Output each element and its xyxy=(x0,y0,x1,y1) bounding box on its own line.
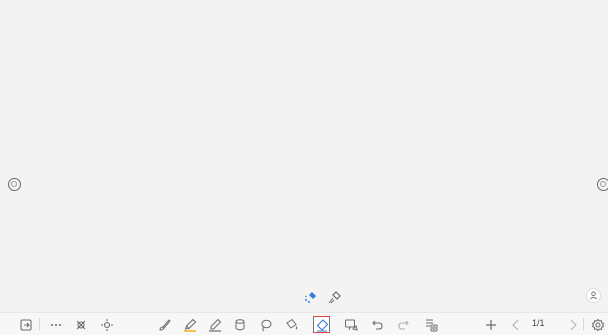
highlighter-icon[interactable] xyxy=(181,316,198,333)
select-icon[interactable] xyxy=(72,316,89,333)
fill-icon[interactable] xyxy=(283,316,300,333)
right-edge-handle[interactable] xyxy=(597,178,608,191)
left-edge-handle[interactable] xyxy=(8,178,21,191)
toolbar-divider xyxy=(39,318,40,331)
add-page-icon[interactable] xyxy=(482,316,499,333)
shape-icon[interactable] xyxy=(231,316,248,333)
settings-icon[interactable] xyxy=(589,316,606,333)
eraser-options xyxy=(302,289,344,305)
pen-icon[interactable] xyxy=(206,316,223,333)
screen-capture-icon[interactable] xyxy=(342,316,359,333)
eraser-icon[interactable] xyxy=(313,316,330,333)
prev-page-icon[interactable] xyxy=(507,316,524,333)
brush-icon[interactable] xyxy=(156,316,173,333)
move-icon[interactable] xyxy=(98,316,115,333)
lasso-icon[interactable] xyxy=(257,316,274,333)
whiteboard-canvas[interactable] xyxy=(0,0,608,312)
point-eraser-icon[interactable] xyxy=(302,289,320,305)
page-list-icon[interactable] xyxy=(422,316,439,333)
user-icon[interactable] xyxy=(586,288,601,303)
exit-icon[interactable] xyxy=(17,316,34,333)
redo-icon[interactable] xyxy=(395,316,412,333)
bottom-toolbar: 1/1 xyxy=(0,312,608,335)
toolbar-divider xyxy=(583,318,584,331)
undo-icon[interactable] xyxy=(368,316,385,333)
next-page-icon[interactable] xyxy=(564,316,581,333)
more-icon[interactable] xyxy=(47,316,64,333)
page-indicator: 1/1 xyxy=(532,318,545,328)
stroke-eraser-icon[interactable] xyxy=(326,289,344,305)
